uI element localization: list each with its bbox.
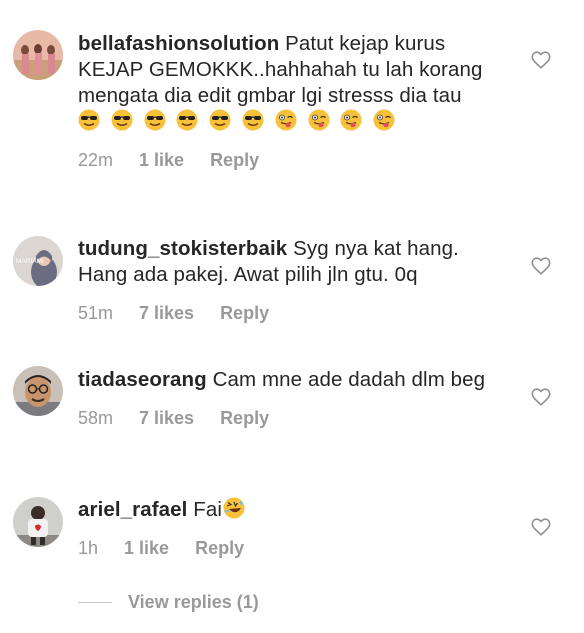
reply-button[interactable]: Reply <box>210 149 259 171</box>
view-replies-label: View replies (1) <box>128 592 259 612</box>
sunglasses-emoji <box>242 109 264 131</box>
comment-username[interactable]: tudung_stokisterbaik <box>78 237 287 260</box>
likes-count-button[interactable]: 1 like <box>139 149 184 171</box>
comment-meta: 58m 7 likes Reply <box>78 407 488 429</box>
comment-timestamp: 1h <box>78 538 99 558</box>
comment-timestamp: 22m <box>78 150 114 170</box>
comment-username[interactable]: ariel_rafael <box>78 498 187 521</box>
comment-text: bellafashionsolution Patut kejap kurus K… <box>78 31 488 135</box>
heart-icon[interactable] <box>530 516 552 538</box>
comment-text: ariel_rafael Fai <box>78 497 488 523</box>
avatar[interactable] <box>13 497 63 547</box>
likes-count-button[interactable]: 7 likes <box>139 302 194 324</box>
avatar[interactable] <box>13 30 63 80</box>
comment-meta: 22m 1 like Reply <box>78 149 488 171</box>
emoji-group <box>78 109 400 133</box>
avatar-text: MARIAMI <box>16 258 44 265</box>
sunglasses-emoji <box>209 109 231 131</box>
heart-icon[interactable] <box>530 49 552 71</box>
winking-tongue-emoji <box>373 109 395 131</box>
comment-text: tiadaseorang Cam mne ade dadah dlm beg <box>78 367 488 393</box>
reply-button[interactable]: Reply <box>220 302 269 324</box>
comment-username[interactable]: bellafashionsolution <box>78 32 279 55</box>
view-replies-button[interactable]: View replies (1) <box>78 592 259 613</box>
comment-text: tudung_stokisterbaik Syg nya kat hang. H… <box>78 236 488 288</box>
heart-icon[interactable] <box>530 255 552 277</box>
comment-timestamp: 51m <box>78 303 114 323</box>
likes-count-button[interactable]: 1 like <box>124 537 169 559</box>
reply-button[interactable]: Reply <box>220 407 269 429</box>
comment-meta: 51m 7 likes Reply <box>78 302 488 324</box>
sunglasses-emoji <box>78 109 100 131</box>
avatar[interactable] <box>13 366 63 416</box>
comment-meta: 1h 1 like Reply <box>78 537 488 559</box>
comment-timestamp: 58m <box>78 408 114 428</box>
sunglasses-emoji <box>111 109 133 131</box>
winking-tongue-emoji <box>308 109 330 131</box>
comment-body: Cam mne ade dadah dlm beg <box>212 368 486 391</box>
rolling-laughing-emoji <box>223 497 245 519</box>
winking-tongue-emoji <box>340 109 362 131</box>
avatar[interactable]: MARIAMI <box>13 236 63 286</box>
heart-icon[interactable] <box>530 386 552 408</box>
sunglasses-emoji <box>144 109 166 131</box>
likes-count-button[interactable]: 7 likes <box>139 407 194 429</box>
winking-tongue-emoji <box>275 109 297 131</box>
reply-button[interactable]: Reply <box>195 537 244 559</box>
sunglasses-emoji <box>176 109 198 131</box>
comment-body: Fai <box>193 498 223 521</box>
comment-username[interactable]: tiadaseorang <box>78 368 207 391</box>
divider-line <box>78 602 112 603</box>
